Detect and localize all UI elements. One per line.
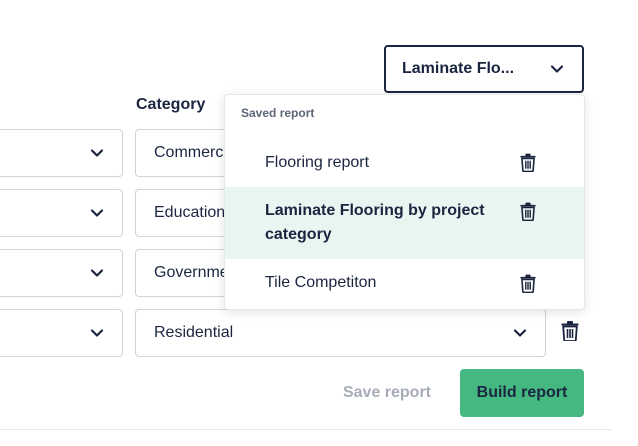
row-4-left-select[interactable] bbox=[0, 309, 123, 357]
chevron-down-icon bbox=[513, 329, 527, 337]
saved-report-item-label: Laminate Flooring by project category bbox=[265, 202, 485, 243]
category-value: Residential bbox=[154, 324, 234, 341]
saved-report-item-flooring-report[interactable]: Flooring report bbox=[225, 138, 584, 188]
saved-report-item-tile-competition[interactable]: Tile Competiton bbox=[225, 259, 584, 307]
category-column-header: Category bbox=[136, 96, 206, 113]
chevron-down-icon bbox=[90, 329, 104, 337]
trash-icon[interactable] bbox=[520, 153, 536, 172]
row-3-left-select[interactable] bbox=[0, 249, 123, 297]
saved-report-item-label: Flooring report bbox=[265, 154, 370, 171]
trash-icon[interactable] bbox=[520, 202, 536, 221]
row-1-left-select[interactable] bbox=[0, 129, 123, 177]
trash-icon[interactable] bbox=[561, 321, 579, 341]
save-report-button[interactable]: Save report bbox=[330, 369, 444, 417]
chevron-down-icon bbox=[90, 149, 104, 157]
saved-report-dropdown: Saved report Flooring report Laminate Fl… bbox=[224, 94, 585, 310]
row-4-category-select[interactable]: Residential bbox=[135, 309, 546, 357]
saved-report-item-label: Tile Competiton bbox=[265, 274, 377, 291]
build-report-button[interactable]: Build report bbox=[460, 369, 584, 417]
dropdown-heading: Saved report bbox=[241, 106, 315, 120]
trash-icon[interactable] bbox=[520, 274, 536, 293]
saved-report-select[interactable]: Laminate Flo... bbox=[384, 45, 584, 93]
category-value: Education bbox=[154, 204, 226, 221]
chevron-down-icon bbox=[90, 269, 104, 277]
saved-report-item-laminate-flooring[interactable]: Laminate Flooring by project category bbox=[225, 187, 584, 259]
divider bbox=[0, 429, 612, 430]
chevron-down-icon bbox=[550, 65, 564, 73]
row-2-left-select[interactable] bbox=[0, 189, 123, 237]
chevron-down-icon bbox=[90, 209, 104, 217]
